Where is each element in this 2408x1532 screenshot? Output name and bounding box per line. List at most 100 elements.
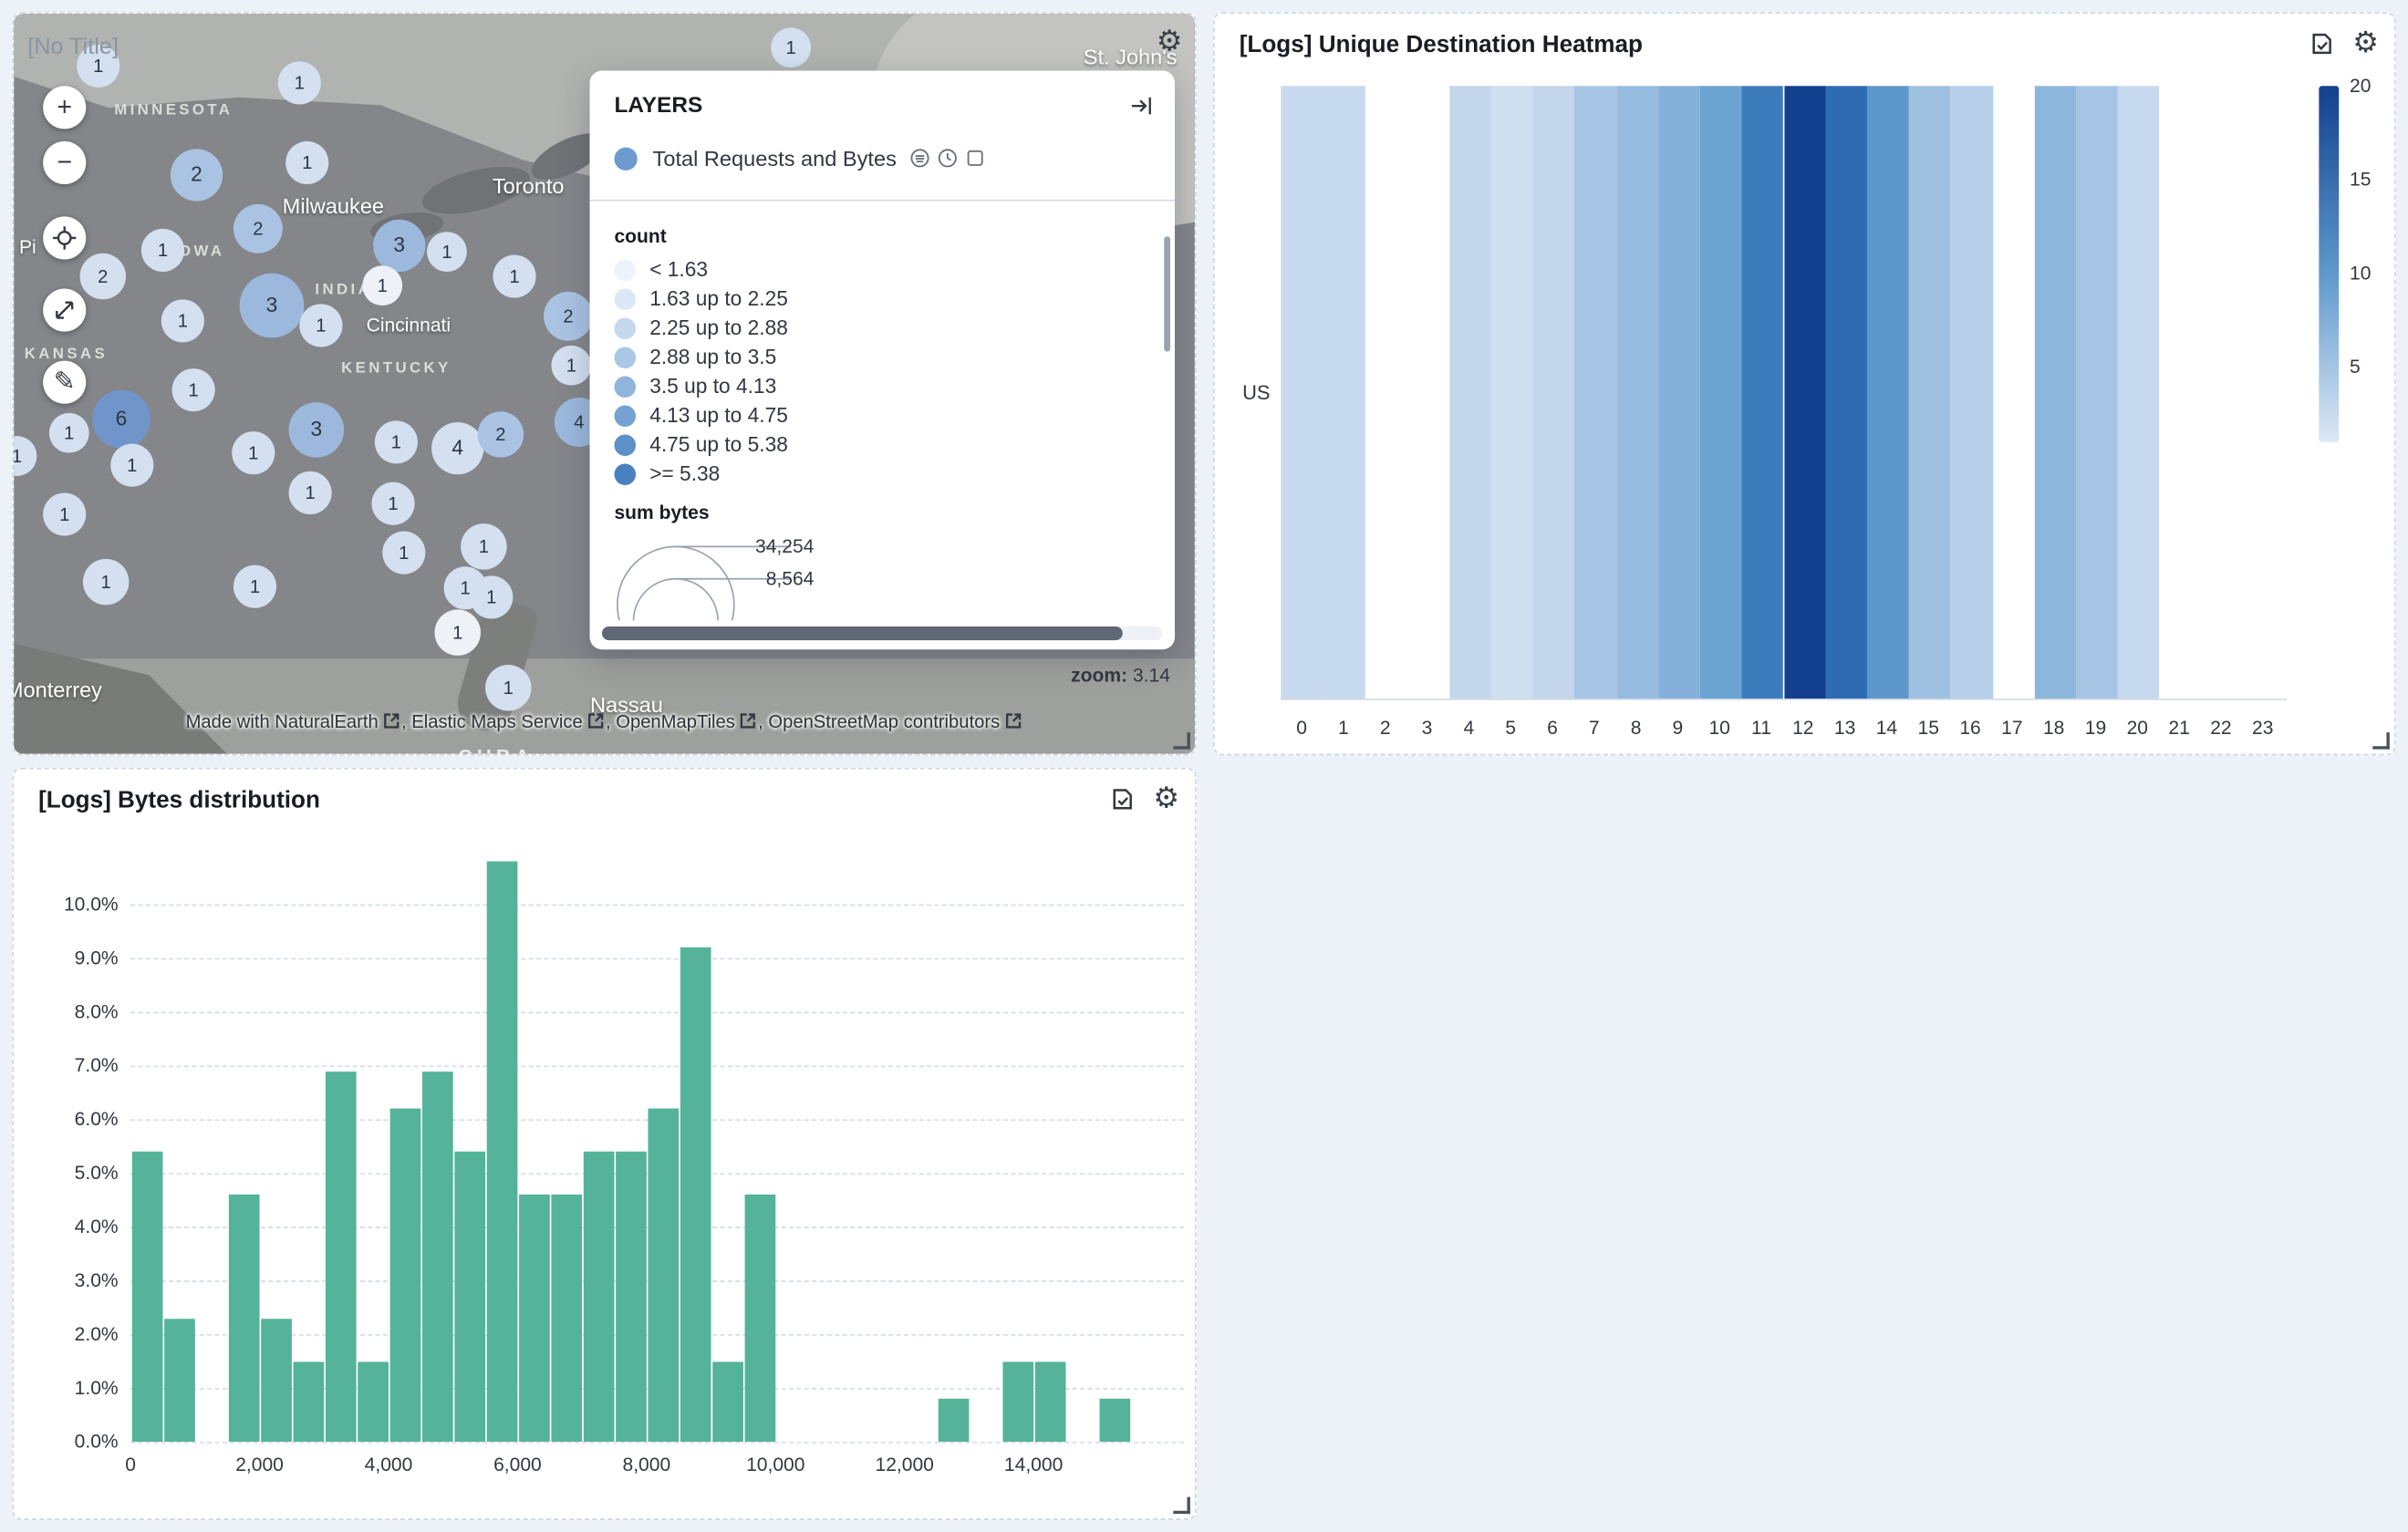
histogram-bar[interactable] [551, 1195, 582, 1442]
histogram-bar[interactable] [389, 1109, 420, 1442]
map-cluster[interactable]: 1 [289, 471, 332, 514]
histogram-bar[interactable] [357, 1361, 388, 1442]
map-cluster[interactable]: 3 [289, 402, 345, 458]
save-to-library-icon[interactable] [1110, 786, 1137, 813]
gear-icon[interactable]: ⚙ [2352, 29, 2379, 58]
heatmap-cell[interactable] [1951, 86, 1993, 699]
map-cluster[interactable]: 1 [83, 559, 130, 606]
gear-icon[interactable]: ⚙ [1153, 784, 1179, 813]
histogram-bar[interactable] [648, 1109, 679, 1442]
map-cluster[interactable]: 1 [161, 299, 204, 342]
map-cluster[interactable]: 1 [278, 61, 321, 104]
heatmap-cell[interactable] [1533, 86, 1575, 699]
map-cluster[interactable]: 2 [544, 292, 593, 341]
collapse-panel-icon[interactable] [1128, 94, 1153, 119]
heatmap-cell[interactable] [1324, 86, 1366, 699]
heatmap-cell[interactable] [1365, 86, 1407, 699]
map-cluster[interactable]: 1 [110, 444, 153, 487]
histogram-bar[interactable] [131, 1152, 162, 1442]
heatmap-cell[interactable] [2118, 86, 2160, 699]
heatmap-cell[interactable] [1575, 86, 1617, 699]
histogram-bar[interactable] [293, 1361, 324, 1442]
attribution-link[interactable]: OpenStreetMap contributors [768, 711, 1000, 733]
histogram-bar[interactable] [163, 1318, 194, 1442]
histogram-bar[interactable] [325, 1071, 356, 1442]
map-cluster[interactable]: 1 [434, 609, 481, 656]
histogram-bar[interactable] [583, 1152, 614, 1442]
panel-resize-handle[interactable] [1173, 732, 1190, 750]
map-cluster[interactable]: 1 [470, 575, 513, 618]
map-cluster[interactable]: 6 [92, 390, 150, 449]
heatmap-cell[interactable] [2076, 86, 2118, 699]
heatmap-cell[interactable] [1658, 86, 1700, 699]
map-cluster[interactable]: 1 [371, 482, 414, 525]
histogram-bar[interactable] [744, 1195, 775, 1442]
histogram-bar[interactable] [518, 1195, 549, 1442]
map-cluster[interactable]: 1 [375, 420, 418, 463]
attribution-link[interactable]: NaturalEarth [275, 711, 378, 733]
heatmap-cell[interactable] [2034, 86, 2076, 699]
map-cluster[interactable]: 1 [493, 254, 535, 297]
map-cluster[interactable]: 1 [551, 346, 591, 386]
map-cluster[interactable]: 1 [771, 27, 811, 67]
map-cluster[interactable]: 1 [49, 413, 89, 453]
histogram-bar[interactable] [1099, 1399, 1130, 1442]
checkbox-icon[interactable] [964, 148, 986, 170]
map-cluster[interactable]: 4 [431, 422, 483, 474]
map-cluster[interactable]: 1 [382, 532, 425, 574]
map-cluster[interactable]: 1 [461, 523, 507, 570]
heatmap-cell[interactable] [1909, 86, 1951, 699]
map-cluster[interactable]: 1 [427, 232, 467, 272]
heatmap-cell[interactable] [1491, 86, 1533, 699]
heatmap-cell[interactable] [1700, 86, 1742, 699]
histogram-bar[interactable] [486, 862, 517, 1442]
histogram-bar[interactable] [680, 947, 711, 1442]
map-cluster[interactable]: 1 [232, 431, 275, 474]
heatmap-cell[interactable] [1993, 86, 2035, 699]
heatmap-cell[interactable] [1784, 86, 1826, 699]
heatmap-cell[interactable] [2202, 86, 2244, 699]
heatmap-cell[interactable] [1407, 86, 1449, 699]
map-cluster[interactable]: 1 [362, 265, 402, 305]
legend-scroll-area[interactable]: count < 1.631.63 up to 2.252.25 up to 2.… [590, 202, 1175, 621]
histogram-bar[interactable] [1034, 1361, 1065, 1442]
map-cluster[interactable]: 2 [80, 254, 127, 300]
map-cluster[interactable]: 2 [234, 204, 283, 254]
scrollbar-thumb[interactable] [1164, 236, 1170, 351]
histogram-bar[interactable] [938, 1399, 969, 1442]
map-cluster[interactable]: 1 [141, 229, 184, 272]
map-cluster[interactable]: 2 [478, 411, 524, 458]
layer-row[interactable]: Total Requests and Bytes [614, 139, 1150, 179]
map-cluster[interactable]: 1 [485, 665, 532, 711]
map-cluster[interactable]: 1 [14, 436, 36, 476]
heatmap-cell[interactable] [1616, 86, 1658, 699]
panel-resize-handle[interactable] [2372, 732, 2390, 750]
panel-resize-handle[interactable] [1173, 1497, 1190, 1515]
histogram-bar[interactable] [260, 1318, 291, 1442]
histogram-bar[interactable] [1002, 1361, 1033, 1442]
gear-icon[interactable]: ⚙ [1157, 27, 1183, 57]
histogram-bar[interactable] [615, 1152, 646, 1442]
map-cluster[interactable]: 2 [171, 149, 223, 201]
heatmap-cell[interactable] [2243, 86, 2285, 699]
attribution-link[interactable]: Elastic Maps Service [411, 711, 583, 733]
map-cluster[interactable]: 1 [285, 141, 328, 184]
heatmap-cell[interactable] [1825, 86, 1867, 699]
histogram-bar[interactable] [454, 1152, 485, 1442]
zoom-out-button[interactable]: − [43, 141, 86, 184]
heatmap-cell[interactable] [1867, 86, 1909, 699]
heatmap-cell[interactable] [1742, 86, 1784, 699]
save-to-library-icon[interactable] [2309, 31, 2336, 57]
attribution-link[interactable]: OpenMapTiles [616, 711, 735, 733]
horizontal-scrollbar[interactable] [602, 626, 1163, 640]
heatmap-cell[interactable] [2160, 86, 2202, 699]
histogram-bar[interactable] [228, 1195, 259, 1442]
map-cluster[interactable]: 3 [240, 274, 305, 338]
heatmap-cell[interactable] [1282, 86, 1324, 699]
vertical-scrollbar[interactable] [1164, 209, 1170, 611]
scrollbar-thumb[interactable] [602, 626, 1124, 640]
fit-to-data-button[interactable] [43, 289, 86, 332]
map-cluster[interactable]: 1 [234, 565, 276, 608]
map-cluster[interactable]: 1 [43, 492, 86, 535]
heatmap-cell[interactable] [1449, 86, 1491, 699]
